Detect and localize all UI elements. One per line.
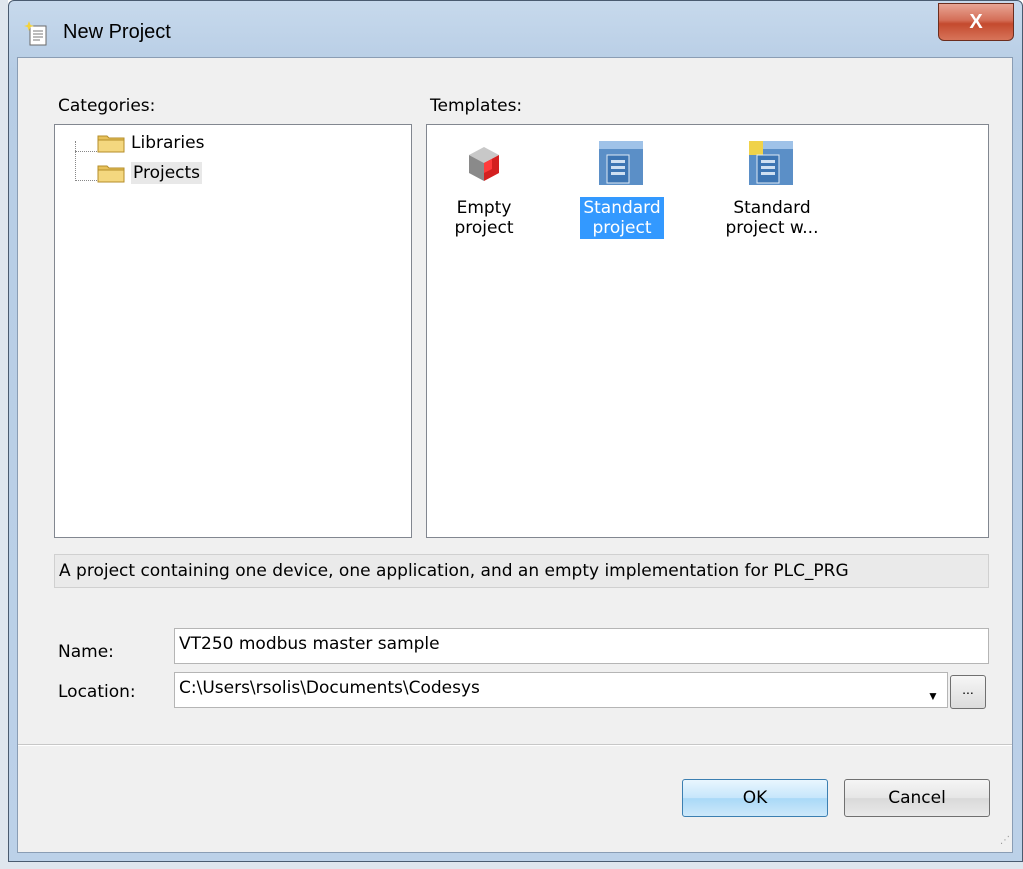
title-bar[interactable]: New Project X: [9, 1, 1022, 57]
new-project-dialog: New Project X Categories: Templates: Lib…: [8, 0, 1023, 862]
template-standard-project-visu[interactable]: Standard project w...: [717, 139, 827, 239]
standard-project-visu-icon: [749, 141, 793, 185]
template-label-line2: project w...: [725, 218, 819, 238]
desktop-background: [0, 0, 8, 869]
ok-button[interactable]: OK: [682, 779, 828, 817]
template-description: A project containing one device, one app…: [54, 554, 989, 588]
folder-icon: [97, 135, 125, 153]
close-icon: X: [969, 10, 983, 33]
categories-tree[interactable]: Libraries Projects: [54, 124, 412, 538]
location-combobox[interactable]: C:\Users\rsolis\Documents\Codesys: [174, 672, 948, 708]
resize-grip[interactable]: ⋰: [998, 836, 1010, 850]
cancel-button[interactable]: Cancel: [844, 779, 990, 817]
template-label-line1: Standard: [733, 198, 811, 218]
empty-project-icon: [469, 147, 499, 181]
tree-item-label: Projects: [131, 162, 203, 184]
folder-icon: [97, 165, 125, 183]
close-button[interactable]: X: [938, 3, 1014, 41]
window-title: New Project: [63, 21, 171, 43]
dialog-client-area: Categories: Templates: Libraries Project…: [17, 57, 1013, 853]
standard-project-icon: [599, 141, 643, 185]
name-input[interactable]: VT250 modbus master sample: [174, 628, 989, 664]
template-label: Standard project w...: [723, 197, 822, 239]
tree-item-label: Libraries: [131, 133, 205, 153]
tree-item-libraries[interactable]: Libraries: [97, 133, 204, 153]
tree-connector: [75, 180, 97, 181]
template-empty-project[interactable]: Empty project: [429, 139, 539, 239]
template-label-line1: Standard: [583, 198, 661, 218]
template-label-line2: project: [592, 218, 652, 238]
templates-list[interactable]: Empty project Standard project Standard …: [426, 124, 989, 538]
template-label: Standard project: [580, 197, 664, 239]
location-label: Location:: [58, 682, 136, 702]
tree-item-projects[interactable]: Projects: [97, 162, 203, 184]
browse-button[interactable]: ...: [950, 675, 986, 709]
template-standard-project[interactable]: Standard project: [567, 139, 677, 239]
templates-label: Templates:: [430, 96, 523, 116]
desktop-background-bottom: [0, 862, 1023, 869]
tree-connector: [75, 151, 97, 152]
chevron-down-icon[interactable]: ▼: [924, 678, 942, 714]
categories-label: Categories:: [58, 96, 156, 116]
separator: [18, 744, 1012, 746]
new-project-icon: [24, 21, 47, 46]
name-label: Name:: [58, 642, 114, 662]
template-label: Empty project: [454, 198, 514, 238]
